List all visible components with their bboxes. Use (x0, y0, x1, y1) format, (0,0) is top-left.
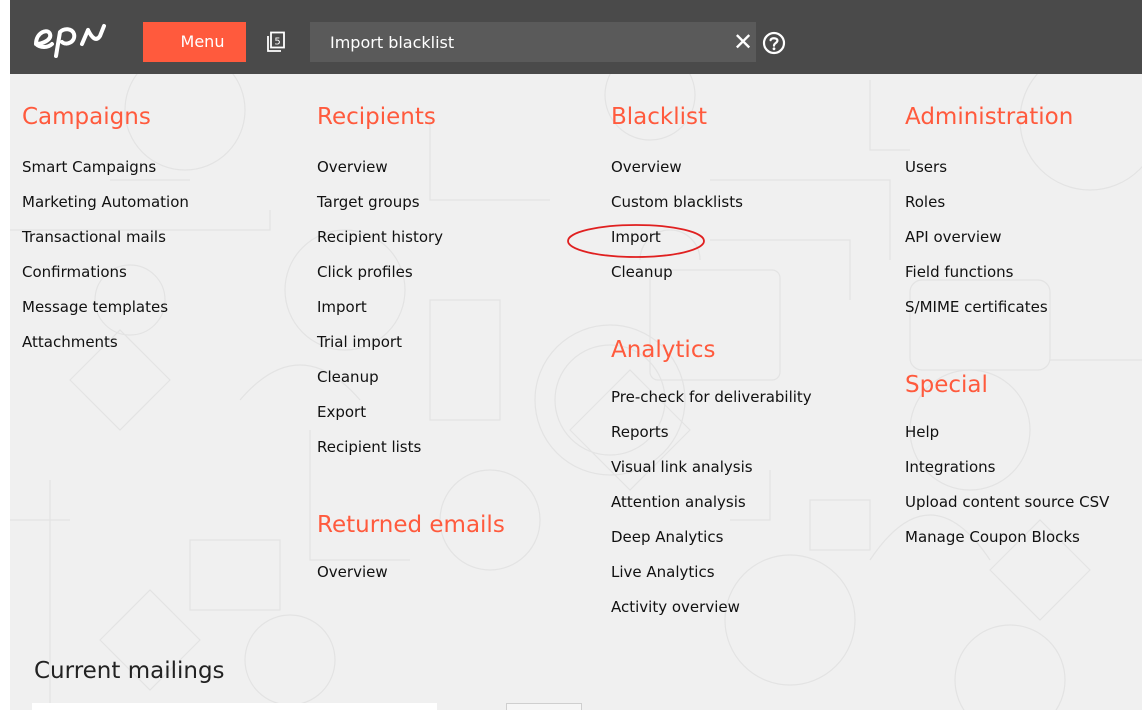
link-returned-emails-overview[interactable]: Overview (317, 563, 388, 581)
link-transactional-mails[interactable]: Transactional mails (22, 228, 166, 246)
link-recipients-cleanup[interactable]: Cleanup (317, 368, 379, 386)
link-help[interactable]: Help (905, 423, 939, 441)
mailings-filter-field[interactable] (32, 703, 437, 710)
link-blacklist-import[interactable]: Import (611, 228, 661, 246)
link-deep-analytics[interactable]: Deep Analytics (611, 528, 723, 546)
heading-returned-emails: Returned emails (317, 512, 505, 538)
heading-special: Special (905, 372, 988, 398)
link-integrations[interactable]: Integrations (905, 458, 995, 476)
menu-button[interactable]: Menu (143, 22, 246, 62)
link-trial-import[interactable]: Trial import (317, 333, 402, 351)
link-click-profiles[interactable]: Click profiles (317, 263, 413, 281)
app-frame: Menu 5 ✕ Campaigns Smart Campaigns Marke… (10, 0, 1142, 710)
top-bar: Menu 5 ✕ (10, 0, 1142, 74)
heading-campaigns: Campaigns (22, 104, 151, 130)
help-icon[interactable] (762, 31, 786, 55)
link-blacklist-overview[interactable]: Overview (611, 158, 682, 176)
search-box (310, 22, 756, 62)
link-roles[interactable]: Roles (905, 193, 945, 211)
heading-analytics: Analytics (611, 337, 716, 363)
link-recipients-import[interactable]: Import (317, 298, 367, 316)
link-upload-content-source-csv[interactable]: Upload content source CSV (905, 493, 1109, 511)
link-users[interactable]: Users (905, 158, 947, 176)
clear-icon[interactable]: ✕ (732, 30, 754, 54)
link-api-overview[interactable]: API overview (905, 228, 1002, 246)
epi-logo[interactable] (30, 14, 130, 58)
search-input[interactable] (310, 22, 730, 62)
tab-count: 5 (274, 37, 280, 48)
current-mailings-heading: Current mailings (34, 658, 225, 684)
link-attention-analysis[interactable]: Attention analysis (611, 493, 746, 511)
link-field-functions[interactable]: Field functions (905, 263, 1013, 281)
link-visual-link-analysis[interactable]: Visual link analysis (611, 458, 753, 476)
link-pre-check-deliverability[interactable]: Pre-check for deliverability (611, 388, 812, 406)
link-marketing-automation[interactable]: Marketing Automation (22, 193, 189, 211)
link-confirmations[interactable]: Confirmations (22, 263, 127, 281)
link-recipient-history[interactable]: Recipient history (317, 228, 443, 246)
heading-blacklist: Blacklist (611, 104, 708, 130)
link-live-analytics[interactable]: Live Analytics (611, 563, 715, 581)
link-export[interactable]: Export (317, 403, 366, 421)
link-attachments[interactable]: Attachments (22, 333, 118, 351)
link-target-groups[interactable]: Target groups (317, 193, 420, 211)
mailings-filter-button[interactable] (506, 703, 582, 710)
link-manage-coupon-blocks[interactable]: Manage Coupon Blocks (905, 528, 1080, 546)
link-recipients-overview[interactable]: Overview (317, 158, 388, 176)
link-blacklist-cleanup[interactable]: Cleanup (611, 263, 673, 281)
heading-administration: Administration (905, 104, 1074, 130)
link-custom-blacklists[interactable]: Custom blacklists (611, 193, 743, 211)
link-smime-certificates[interactable]: S/MIME certificates (905, 298, 1048, 316)
link-activity-overview[interactable]: Activity overview (611, 598, 740, 616)
heading-recipients: Recipients (317, 104, 436, 130)
tabs-icon[interactable]: 5 (266, 31, 286, 53)
link-message-templates[interactable]: Message templates (22, 298, 168, 316)
link-smart-campaigns[interactable]: Smart Campaigns (22, 158, 156, 176)
link-recipient-lists[interactable]: Recipient lists (317, 438, 421, 456)
link-reports[interactable]: Reports (611, 423, 669, 441)
